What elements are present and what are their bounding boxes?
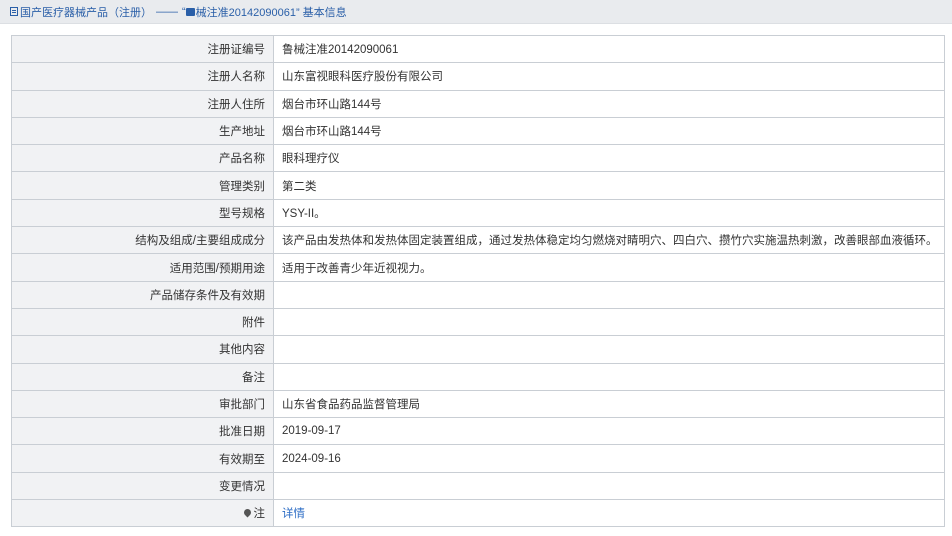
note-key: 注 [11,499,274,528]
table-row: 附件 [11,307,945,337]
row-key: 附件 [11,307,274,337]
table-row: 其他内容 [11,335,945,364]
row-value [273,307,945,337]
row-value [273,335,945,364]
row-key: 产品名称 [11,144,274,173]
table-row: 注册人名称 山东富视眼科医疗股份有限公司 [11,62,945,91]
detail-container: 注册证编号 鲁械注准20142090061 注册人名称 山东富视眼科医疗股份有限… [0,24,952,528]
row-value: 山东省食品药品监督管理局 [273,389,945,419]
document-icon [10,7,18,16]
row-value: 眼科理疗仪 [273,144,945,173]
row-key: 适用范围/预期用途 [11,253,274,282]
row-key: 结构及组成/主要组成成分 [11,226,274,255]
breadcrumb-suffix: 基本信息 [302,6,347,19]
table-row: 注册人住所 烟台市环山路144号 [11,89,945,118]
table-row: 型号规格 YSY-II。 [11,198,945,228]
table-row: 批准日期 2019-09-17 [11,417,945,446]
table-row: 变更情况 [11,471,945,501]
row-value [273,362,945,391]
row-key: 管理类别 [11,171,274,200]
row-key: 备注 [11,362,274,391]
row-value: 鲁械注准20142090061 [273,34,945,64]
tag-icon [185,7,195,16]
row-key: 批准日期 [11,417,274,446]
table-row-note: 注 详情 [11,499,945,528]
row-key: 生产地址 [11,116,274,146]
breadcrumb: 国产医疗器械产品（注册） —— “ 械注准20142090061” 基本信息 [0,0,952,24]
table-row: 产品名称 眼科理疗仪 [11,144,945,173]
row-value: 第二类 [273,171,945,200]
table-row: 备注 [11,362,945,391]
note-value: 详情 [273,499,945,528]
row-value: YSY-II。 [273,198,945,228]
row-value [273,471,945,501]
table-row: 注册证编号 鲁械注准20142090061 [11,34,945,64]
row-value: 2024-09-16 [273,444,945,473]
table-row: 审批部门 山东省食品药品监督管理局 [11,389,945,419]
row-value: 2019-09-17 [273,417,945,446]
row-value: 山东富视眼科医疗股份有限公司 [273,62,945,91]
row-value: 适用于改善青少年近视视力。 [273,253,945,282]
row-key: 注册证编号 [11,34,274,64]
row-key: 变更情况 [11,471,274,501]
row-key: 型号规格 [11,198,274,228]
row-key: 有效期至 [11,444,274,473]
table-row: 管理类别 第二类 [11,171,945,200]
row-key: 注册人名称 [11,62,274,91]
row-key: 产品储存条件及有效期 [11,280,274,309]
row-key: 审批部门 [11,389,274,419]
row-value: 烟台市环山路144号 [273,116,945,146]
table-row: 结构及组成/主要组成成分 该产品由发热体和发热体固定装置组成，通过发热体稳定均匀… [11,226,945,255]
breadcrumb-current: 械注准20142090061” [195,6,300,19]
table-row: 有效期至 2024-09-16 [11,444,945,473]
row-value: 烟台市环山路144号 [273,89,945,118]
details-link[interactable]: 详情 [282,508,305,520]
table-row: 生产地址 烟台市环山路144号 [11,116,945,146]
table-row: 适用范围/预期用途 适用于改善青少年近视视力。 [11,253,945,282]
row-value [273,280,945,309]
breadcrumb-separator: —— [156,5,178,18]
note-label: 注 [253,508,266,521]
row-key: 注册人住所 [11,89,274,118]
breadcrumb-section[interactable]: 国产医疗器械产品（注册） [20,4,152,20]
pin-icon [242,507,252,518]
row-key: 其他内容 [11,335,274,364]
row-value: 该产品由发热体和发热体固定装置组成，通过发热体稳定均匀燃烧对睛明穴、四白穴、攒竹… [273,226,945,255]
table-row: 产品储存条件及有效期 [11,280,945,309]
registration-info-table: 注册证编号 鲁械注准20142090061 注册人名称 山东富视眼科医疗股份有限… [11,34,945,528]
